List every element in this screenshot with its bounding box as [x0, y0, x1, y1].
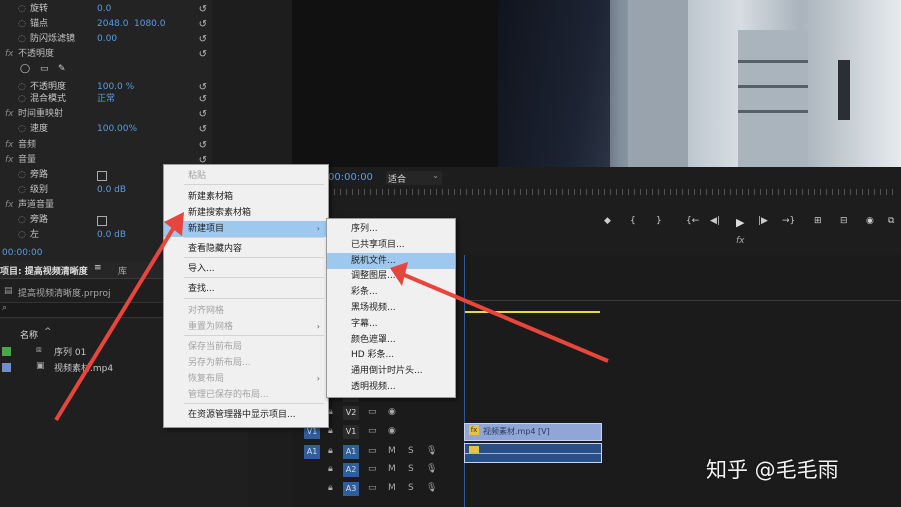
arrow-line-right	[401, 272, 609, 363]
arrow-line-left	[54, 222, 178, 422]
annotation-arrows	[54, 212, 609, 422]
watermark: 知乎 @毛毛雨	[706, 458, 839, 482]
arrow-head-left	[164, 212, 184, 236]
